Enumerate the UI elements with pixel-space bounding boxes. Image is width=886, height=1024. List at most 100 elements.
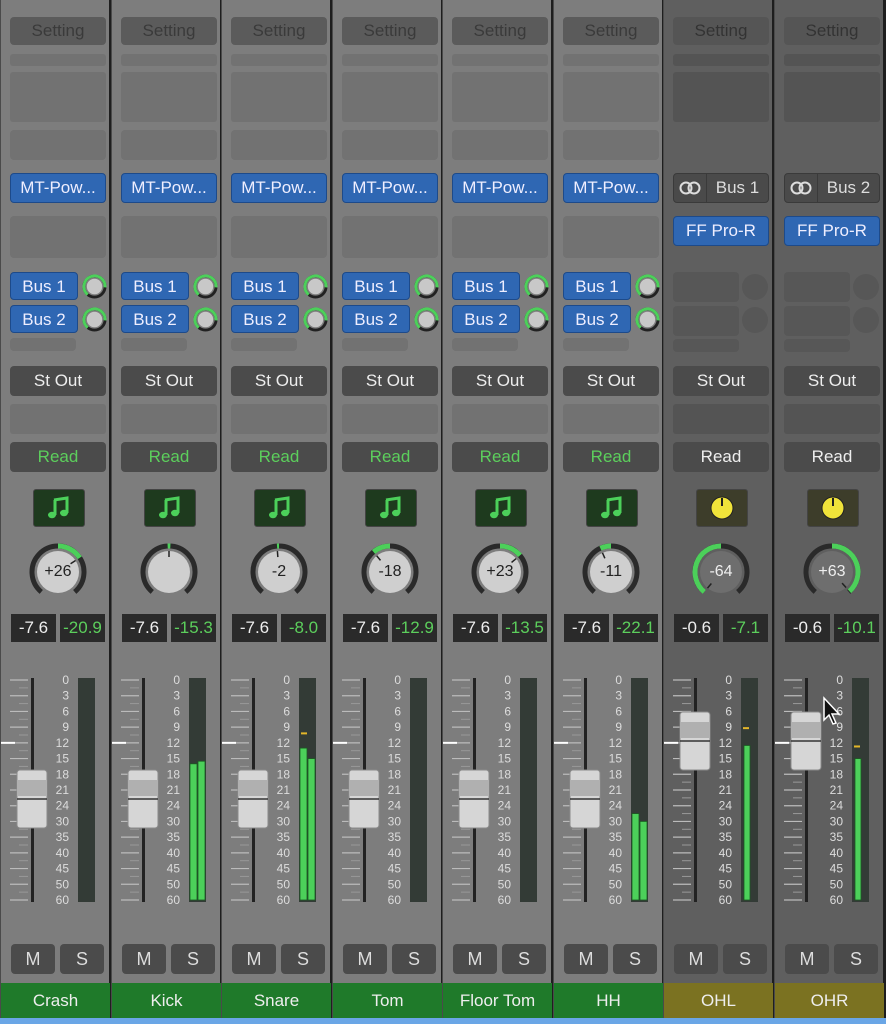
send-button[interactable]: Bus 1 <box>452 272 520 300</box>
volume-readout[interactable]: -7.6 <box>343 614 388 642</box>
send-button[interactable]: Bus 2 <box>342 305 410 333</box>
plugin-slot[interactable]: FF Pro-R <box>784 216 880 246</box>
automation-mode-button[interactable]: Read <box>563 442 659 472</box>
empty-plugin-slot[interactable] <box>342 216 438 258</box>
eq-display[interactable] <box>452 72 548 122</box>
mute-button[interactable]: M <box>785 944 829 974</box>
eq-display[interactable] <box>121 72 217 122</box>
send-button[interactable]: Bus 2 <box>10 305 78 333</box>
empty-plugin-slot[interactable] <box>452 216 548 258</box>
volume-readout[interactable]: -0.6 <box>674 614 719 642</box>
solo-button[interactable]: S <box>613 944 657 974</box>
peak-readout[interactable]: -13.5 <box>502 614 547 642</box>
send-level-knob[interactable] <box>524 307 549 332</box>
input-button[interactable]: Bus 2 <box>784 173 880 203</box>
track-icon-button[interactable] <box>696 489 748 527</box>
setting-button[interactable]: Setting <box>342 17 438 45</box>
input-slot[interactable] <box>563 130 659 160</box>
send-button[interactable]: Bus 2 <box>563 305 631 333</box>
peak-readout[interactable]: -10.1 <box>834 614 879 642</box>
track-icon-button[interactable] <box>365 489 417 527</box>
track-icon-button[interactable] <box>475 489 527 527</box>
send-button[interactable]: Bus 1 <box>10 272 78 300</box>
setting-button[interactable]: Setting <box>10 17 106 45</box>
input-slot[interactable] <box>342 130 438 160</box>
send-button[interactable]: Bus 2 <box>452 305 520 333</box>
volume-readout[interactable]: -0.6 <box>785 614 830 642</box>
send-level-knob[interactable] <box>414 307 439 332</box>
track-name[interactable]: OHR <box>775 983 884 1019</box>
automation-mode-button[interactable]: Read <box>231 442 327 472</box>
setting-button[interactable]: Setting <box>452 17 548 45</box>
track-name[interactable]: HH <box>554 983 663 1019</box>
solo-button[interactable]: S <box>723 944 767 974</box>
setting-button[interactable]: Setting <box>673 17 769 45</box>
output-button[interactable]: St Out <box>10 366 106 396</box>
mute-button[interactable]: M <box>11 944 55 974</box>
plugin-slot[interactable]: MT-Pow... <box>121 173 217 203</box>
send-button[interactable]: Bus 1 <box>342 272 410 300</box>
peak-readout[interactable]: -7.1 <box>723 614 768 642</box>
input-slot[interactable] <box>452 130 548 160</box>
automation-mode-button[interactable]: Read <box>10 442 106 472</box>
automation-mode-button[interactable]: Read <box>121 442 217 472</box>
empty-send-slot[interactable] <box>673 339 739 352</box>
setting-button[interactable]: Setting <box>121 17 217 45</box>
eq-display[interactable] <box>563 72 659 122</box>
group-slot[interactable] <box>342 404 438 434</box>
send-button[interactable]: Bus 2 <box>121 305 189 333</box>
track-name[interactable]: Kick <box>112 983 221 1019</box>
peak-readout[interactable]: -8.0 <box>281 614 326 642</box>
mute-button[interactable]: M <box>564 944 608 974</box>
send-level-knob[interactable] <box>193 307 218 332</box>
send-button[interactable]: Bus 1 <box>121 272 189 300</box>
track-icon-button[interactable] <box>33 489 85 527</box>
empty-send-slot[interactable] <box>784 272 850 302</box>
volume-readout[interactable]: -7.6 <box>453 614 498 642</box>
solo-button[interactable]: S <box>60 944 104 974</box>
setting-button[interactable]: Setting <box>784 17 880 45</box>
mute-button[interactable]: M <box>232 944 276 974</box>
empty-plugin-slot[interactable] <box>563 216 659 258</box>
plugin-slot[interactable]: MT-Pow... <box>342 173 438 203</box>
volume-readout[interactable]: -7.6 <box>232 614 277 642</box>
volume-readout[interactable]: -7.6 <box>11 614 56 642</box>
plugin-slot[interactable]: MT-Pow... <box>231 173 327 203</box>
send-level-knob[interactable] <box>414 274 439 299</box>
empty-plugin-slot[interactable] <box>10 216 106 258</box>
empty-send-slot[interactable] <box>231 338 297 351</box>
empty-send-slot[interactable] <box>784 306 850 336</box>
empty-send-slot[interactable] <box>121 338 187 351</box>
send-level-knob[interactable] <box>82 274 107 299</box>
automation-mode-button[interactable]: Read <box>342 442 438 472</box>
track-icon-button[interactable] <box>144 489 196 527</box>
empty-send-slot[interactable] <box>342 338 408 351</box>
send-button[interactable]: Bus 1 <box>563 272 631 300</box>
eq-display[interactable] <box>784 72 880 122</box>
group-slot[interactable] <box>452 404 548 434</box>
solo-button[interactable]: S <box>392 944 436 974</box>
output-button[interactable]: St Out <box>121 366 217 396</box>
empty-plugin-slot[interactable] <box>121 216 217 258</box>
send-level-knob[interactable] <box>193 274 218 299</box>
send-level-knob[interactable] <box>82 307 107 332</box>
send-button[interactable]: Bus 2 <box>231 305 299 333</box>
empty-plugin-slot[interactable] <box>231 216 327 258</box>
volume-readout[interactable]: -7.6 <box>564 614 609 642</box>
setting-button[interactable]: Setting <box>563 17 659 45</box>
group-slot[interactable] <box>10 404 106 434</box>
input-slot[interactable] <box>10 130 106 160</box>
track-icon-button[interactable] <box>586 489 638 527</box>
solo-button[interactable]: S <box>281 944 325 974</box>
send-level-knob[interactable] <box>303 274 328 299</box>
output-button[interactable]: St Out <box>784 366 880 396</box>
eq-display[interactable] <box>10 72 106 122</box>
output-button[interactable]: St Out <box>231 366 327 396</box>
send-level-knob[interactable] <box>303 307 328 332</box>
empty-send-slot[interactable] <box>784 339 850 352</box>
automation-mode-button[interactable]: Read <box>452 442 548 472</box>
output-button[interactable]: St Out <box>563 366 659 396</box>
eq-display[interactable] <box>673 72 769 122</box>
track-name[interactable]: OHL <box>664 983 773 1019</box>
mute-button[interactable]: M <box>674 944 718 974</box>
